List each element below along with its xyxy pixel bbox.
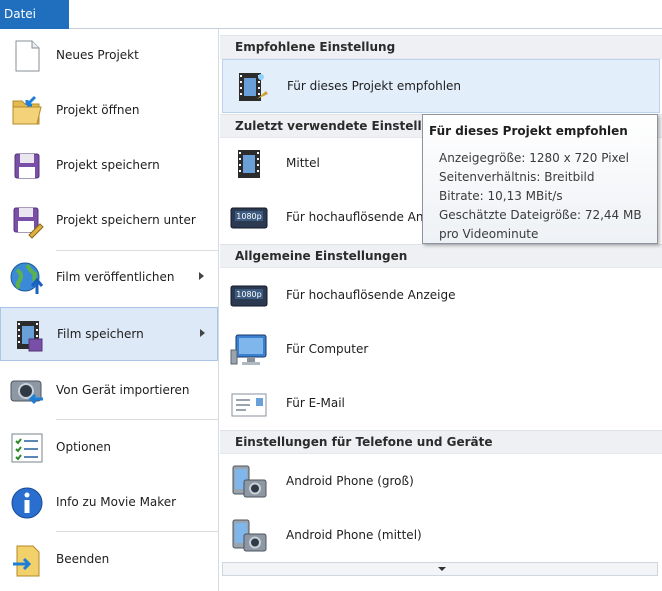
computer-monitor-icon [230,334,267,365]
file-menu-left: Neues Projekt Projekt öffnen Projekt spe… [0,29,219,591]
menu-item-label: Projekt öffnen [56,103,140,117]
option-label: Android Phone (mittel) [286,528,422,542]
submenu-arrow-icon [199,272,204,280]
option-computer[interactable]: Für Computer [222,323,660,377]
recommended-film-icon [239,73,268,101]
menu-item-label: Film speichern [57,327,144,341]
menu-item-label: Info zu Movie Maker [56,495,177,509]
option-label: Für dieses Projekt empfohlen [287,79,462,93]
section-header: Empfohlene Einstellung [220,35,662,59]
option-android-medium[interactable]: Android Phone (mittel) [222,509,660,563]
menu-separator [56,531,218,532]
tooltip-line: Geschätzte Dateigröße: 72,44 MB [439,208,642,222]
film-icon [238,150,260,178]
hd-display-icon: 1080p [230,207,268,229]
info-icon [11,487,43,519]
tooltip-line: pro Videominute [439,227,539,241]
camera-import-icon [10,380,43,405]
section-header: Allgemeine Einstellungen [220,244,662,268]
menu-item-label: Beenden [56,552,110,566]
menu-item-save-project[interactable]: Projekt speichern [0,139,218,193]
new-document-icon [15,40,40,72]
option-recommended[interactable]: Für dieses Projekt empfohlen [222,59,660,113]
section-header: Einstellungen für Telefone und Geräte [220,430,662,454]
menu-item-label: Neues Projekt [56,48,139,62]
option-label: Für Computer [286,342,369,356]
open-folder-icon [12,95,42,125]
chevron-down-icon [438,567,446,571]
menu-item-import-device[interactable]: Von Gerät importieren [0,364,218,418]
email-icon [231,393,267,417]
tooltip: Für dieses Projekt empfohlen Anzeigegröß… [422,114,658,244]
menu-item-save-movie[interactable]: Film speichern [0,307,218,361]
hd-badge-text: 1080p [236,290,261,299]
menu-item-label: Projekt speichern unter [56,213,196,227]
globe-upload-icon [10,262,44,294]
menu-item-label: Projekt speichern [56,158,160,172]
phone-camera-icon [232,519,267,552]
option-hd[interactable]: 1080p Für hochauflösende Anzeige [222,269,660,323]
exit-folder-icon [13,545,40,577]
ribbon-bar: Datei [0,0,662,29]
phone-camera-icon [232,465,267,498]
menu-item-label: Film veröffentlichen [56,270,175,284]
menu-item-label: Von Gerät importieren [56,383,190,397]
file-tab[interactable]: Datei [0,0,69,29]
option-label: Mittel [286,156,320,170]
scroll-down-button[interactable] [222,562,658,576]
checklist-icon [11,433,43,463]
menu-item-open-project[interactable]: Projekt öffnen [0,84,218,138]
hd-badge-text: 1080p [236,212,261,221]
menu-item-options[interactable]: Optionen [0,421,218,475]
option-label: Android Phone (groß) [286,474,414,488]
tooltip-line: Seitenverhältnis: Breitbild [439,170,595,184]
menu-item-new-project[interactable]: Neues Projekt [0,29,218,83]
menu-item-exit[interactable]: Beenden [0,533,218,587]
option-email[interactable]: Für E-Mail [222,377,660,431]
menu-separator [56,419,218,420]
menu-item-save-project-as[interactable]: Projekt speichern unter [0,194,218,248]
tooltip-line: Bitrate: 10,13 MBit/s [439,189,563,203]
save-disk-icon [14,153,40,179]
save-as-icon [13,207,44,239]
option-label: Für hochauflösende Anzeige [286,288,456,302]
menu-item-label: Optionen [56,440,112,454]
option-label: Für E-Mail [286,396,345,410]
submenu-arrow-icon [200,329,205,337]
option-android-large[interactable]: Android Phone (groß) [222,455,660,509]
hd-display-icon: 1080p [230,285,268,307]
menu-item-publish-movie[interactable]: Film veröffentlichen [0,251,218,305]
tooltip-title: Für dieses Projekt empfohlen [429,124,628,138]
tooltip-line: Anzeigegröße: 1280 x 720 Pixel [439,151,630,165]
film-save-icon [17,321,43,352]
menu-item-about[interactable]: Info zu Movie Maker [0,476,218,530]
